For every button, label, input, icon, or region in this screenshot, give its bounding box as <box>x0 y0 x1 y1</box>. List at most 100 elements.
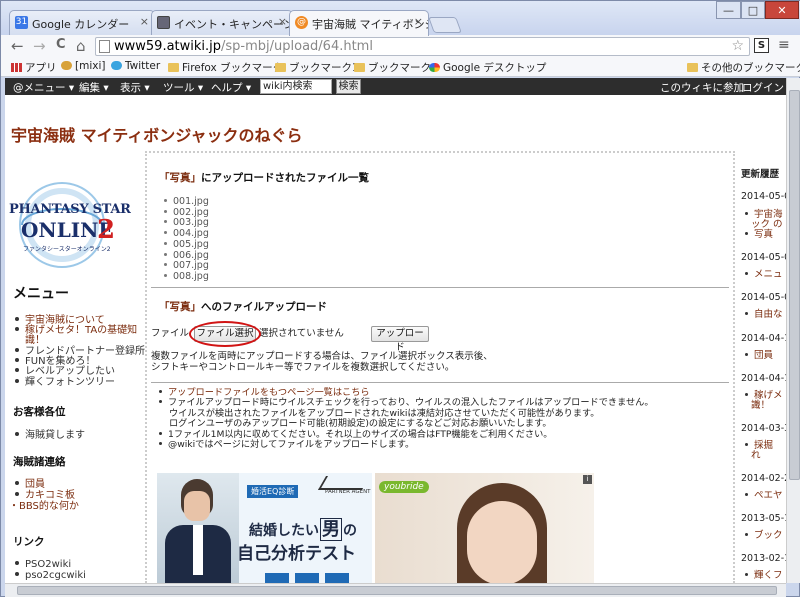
bullet-icon <box>745 212 748 215</box>
change-item-cont[interactable]: れ <box>751 451 761 461</box>
change-item[interactable]: 輝くフ <box>745 571 783 581</box>
bookmark-other[interactable]: その他のブックマーク <box>687 60 800 75</box>
extension-icon[interactable]: S <box>754 38 769 53</box>
menu-icon[interactable]: ≡ <box>778 37 790 53</box>
maximize-button[interactable]: □ <box>741 1 765 19</box>
change-date: 2014-05-0 <box>741 292 786 303</box>
bullet-icon <box>159 442 162 446</box>
close-icon[interactable]: × <box>140 15 149 28</box>
bullet-icon <box>745 533 748 536</box>
main-content: 「写真」にアップロードされたファイル一覧 001.jpg 002.jpg 003… <box>145 151 735 583</box>
menu-item[interactable]: 海賊貸します <box>15 431 85 441</box>
logo-number: 2 <box>97 215 116 245</box>
no-file-selected: 選択されていません <box>259 328 344 339</box>
change-item[interactable]: 自由な <box>745 310 783 320</box>
file-list: 001.jpg 002.jpg 003.jpg 004.jpg 005.jpg … <box>164 196 209 283</box>
wiki-menu[interactable]: @メニュー ▾ <box>13 80 74 95</box>
highlight-circle <box>189 321 261 347</box>
ad-info-icon[interactable]: i <box>583 475 592 484</box>
scroll-thumb[interactable] <box>17 586 777 595</box>
tab-google-calendar[interactable]: 31 Google カレンダー × <box>9 10 155 35</box>
wiki-search-input[interactable]: wiki内検索 <box>260 79 332 94</box>
bullet-icon <box>164 199 167 202</box>
bullet-icon <box>15 561 19 565</box>
file-item[interactable]: 008.jpg <box>164 271 209 283</box>
bullet-icon <box>745 353 748 356</box>
wiki-search-button[interactable]: 検索 <box>336 79 361 94</box>
back-button[interactable]: ← <box>11 37 24 55</box>
close-icon[interactable]: × <box>278 15 287 28</box>
close-window-button[interactable]: ✕ <box>765 1 799 19</box>
tab-mighty-bombjack[interactable]: @ 宇宙海賊 マイティボンジ × <box>289 10 429 36</box>
bookmark-twitter[interactable]: Twitter <box>111 60 160 72</box>
tool-menu[interactable]: ツール ▾ <box>163 80 203 95</box>
url-path: /sp-mbj/upload/64.html <box>221 39 373 54</box>
folder-icon <box>687 63 698 72</box>
login-link[interactable]: ログイン <box>742 80 784 95</box>
bullet-icon <box>164 263 167 267</box>
horizontal-scrollbar[interactable] <box>5 583 786 597</box>
forward-button[interactable]: → <box>33 37 46 55</box>
upload-title: 「写真」へのファイルアップロード <box>159 301 327 313</box>
home-button[interactable]: ⌂ <box>76 37 86 55</box>
menu-item[interactable]: PSO2wiki <box>15 560 71 570</box>
reload-button[interactable]: C <box>56 37 66 52</box>
menu-item[interactable]: レベルアップしたい <box>15 367 115 377</box>
bullet-icon <box>15 327 19 331</box>
folder-icon <box>275 63 286 72</box>
scroll-thumb[interactable] <box>789 90 800 480</box>
ad-brand: youbride <box>379 481 429 493</box>
bookmark-mixi[interactable]: [mixi] <box>61 60 105 72</box>
brand-logo-icon <box>317 476 371 490</box>
change-item[interactable]: メニュ <box>745 270 783 280</box>
change-date: 2013-05-1 <box>741 513 786 524</box>
menu-item[interactable]: 輝くフォトンツリー <box>15 378 115 388</box>
help-menu[interactable]: ヘルプ ▾ <box>211 80 251 95</box>
ad-banner-partner-agent[interactable]: 婚活EQ診断 PARTNER AGENT 結婚したい男の 自己分析テスト <box>157 473 372 583</box>
list-item: @wikiではページに対してファイルをアップロードします。 <box>159 439 654 450</box>
bookmark-apps[interactable]: アプリ <box>11 60 57 75</box>
address-bar[interactable]: www59.atwiki.jp/sp-mbj/upload/64.html ☆ <box>95 37 750 56</box>
edit-menu[interactable]: 編集 ▾ <box>79 80 109 95</box>
menu-heading: メニュー <box>13 286 69 302</box>
ad-headline-2: 自己分析テスト <box>237 544 356 564</box>
view-menu[interactable]: 表示 ▾ <box>120 80 150 95</box>
change-date: 2014-05-0 <box>741 252 786 263</box>
change-date: 2013-02-1 <box>741 553 786 564</box>
join-wiki-link[interactable]: このウィキに参加 <box>660 80 744 95</box>
bookmark-firefox[interactable]: Firefox ブックマーク <box>168 60 283 75</box>
bullet-icon <box>159 431 162 435</box>
menu-item[interactable]: pso2cgcwiki <box>15 571 86 581</box>
bookmark-folder[interactable]: ブックマーク <box>354 60 431 75</box>
file-list-title: 「写真」にアップロードされたファイル一覧 <box>159 172 369 184</box>
bookmark-1[interactable]: ブックマーク1 <box>275 60 359 75</box>
change-item[interactable]: ブック <box>745 531 783 541</box>
new-tab-button[interactable] <box>428 17 462 33</box>
change-item-cont[interactable]: 識！ <box>751 401 770 411</box>
tab-label: Google カレンダー <box>32 18 130 31</box>
change-item[interactable]: 団員 <box>745 351 773 361</box>
logo-subtitle: ファンタシースターオンライン2 <box>23 246 111 253</box>
bullet-icon <box>164 252 167 256</box>
menu-item-cont[interactable]: 識！ <box>25 336 45 346</box>
vertical-scrollbar[interactable] <box>786 78 800 583</box>
bullet-icon <box>164 220 167 224</box>
site-title[interactable]: 宇宙海賊 マイティボンジャックのねぐら <box>11 122 303 146</box>
ad-badge: 婚活EQ診断 <box>247 485 299 498</box>
divider <box>151 382 729 383</box>
ad-banner-youbride[interactable]: youbride i <box>375 473 594 583</box>
menu-item[interactable]: カキコミ板 <box>15 491 75 501</box>
menu-item[interactable]: 団員 <box>15 480 45 490</box>
change-item[interactable]: 写真 <box>745 230 773 240</box>
tab-event-campaign[interactable]: イベント・キャンペーン × <box>151 10 293 35</box>
upload-button[interactable]: アップロード <box>371 326 429 353</box>
ad-photo <box>157 473 239 583</box>
menu-item[interactable]: ・BBS的な何か <box>9 502 79 512</box>
multi-file-note: シフトキーやコントロールキー等でファイルを複数選択してください。 <box>151 362 455 373</box>
change-item[interactable]: ペエヤ <box>745 491 783 501</box>
minimize-button[interactable]: — <box>716 1 741 19</box>
bullet-icon <box>15 379 19 383</box>
close-icon[interactable]: × <box>414 15 423 28</box>
bookmark-google-desktop[interactable]: Google デスクトップ <box>429 60 546 75</box>
star-icon[interactable]: ☆ <box>731 38 744 55</box>
